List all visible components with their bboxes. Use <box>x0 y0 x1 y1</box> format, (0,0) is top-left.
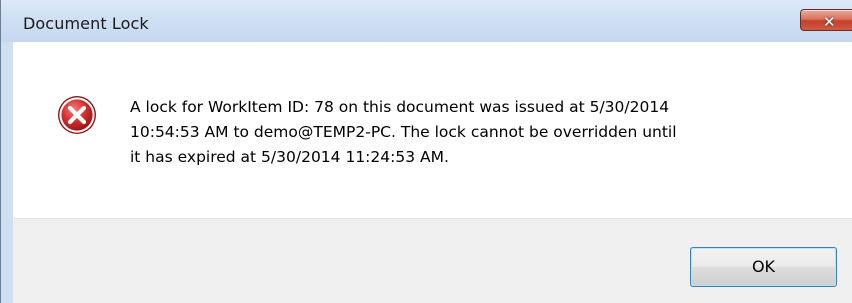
message-area: A lock for WorkItem ID: 78 on this docum… <box>13 42 852 218</box>
ok-button[interactable]: OK <box>690 247 837 287</box>
dialog-title: Document Lock <box>23 14 149 33</box>
error-message: A lock for WorkItem ID: 78 on this docum… <box>130 98 677 166</box>
dialog-window: Document Lock ✕ A lock for WorkItem ID: … <box>0 0 852 303</box>
close-button[interactable]: ✕ <box>800 9 852 31</box>
dialog-content: A lock for WorkItem ID: 78 on this docum… <box>13 42 852 303</box>
error-icon <box>57 95 97 135</box>
title-bar[interactable]: Document Lock ✕ <box>1 0 852 42</box>
button-bar: OK <box>13 218 852 303</box>
close-icon: ✕ <box>823 13 836 31</box>
